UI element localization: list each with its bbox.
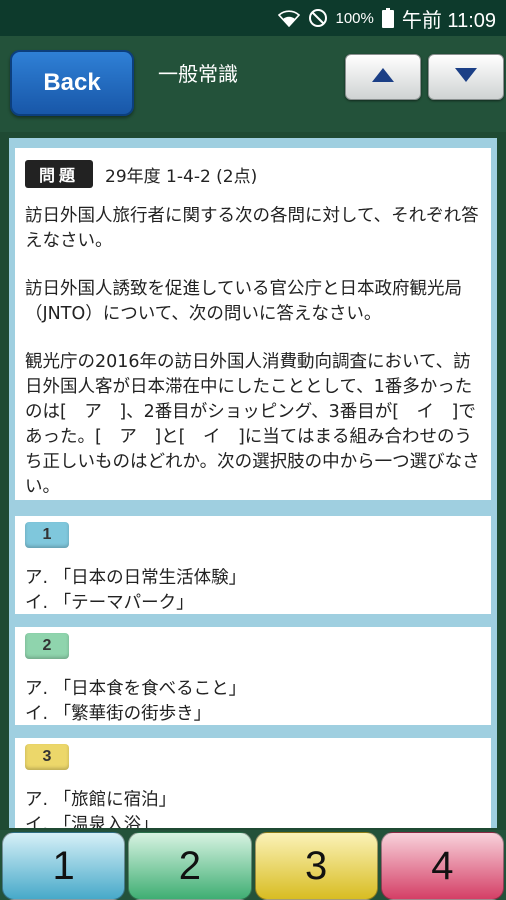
question-panel: 問題 29年度 1-4-2 (2点) 訪日外国人旅行者に関する次の各問に対して、… — [15, 148, 491, 500]
choice-line-b: イ. 「テーマパーク」 — [25, 593, 194, 613]
choice-line-a: ア. 「日本食を食べること」 — [25, 679, 247, 699]
choice-line-a: ア. 「旅館に宿泊」 — [25, 790, 177, 810]
question-info: 29年度 1-4-2 (2点) — [105, 166, 258, 187]
question-paragraph: 訪日外国人旅行者に関する次の各問に対して、それぞれ答えなさい。 — [25, 206, 479, 251]
choice-number-badge: 1 — [25, 522, 69, 548]
choice-2[interactable]: 2 ア. 「日本食を食べること」 イ. 「繁華街の街歩き」 — [15, 627, 491, 725]
choice-number-badge: 3 — [25, 744, 69, 770]
no-disturb-icon — [308, 8, 328, 28]
previous-question-button[interactable] — [345, 54, 421, 100]
question-paragraph: 訪日外国人誘致を促進している官公庁と日本政府観光局（JNTO）について、次の問い… — [25, 279, 462, 324]
answer-button-bar: 1 2 3 4 — [0, 830, 506, 900]
triangle-down-icon — [454, 67, 478, 87]
answer-button-3[interactable]: 3 — [254, 832, 378, 900]
answer-button-1[interactable]: 1 — [2, 832, 126, 900]
answer-button-4[interactable]: 4 — [380, 832, 504, 900]
header-bar: Back 一般常識 — [0, 36, 506, 132]
battery-percent: 100% — [335, 9, 374, 27]
status-bar: 100% 午前 11:09 — [0, 0, 506, 36]
question-badge: 問題 — [25, 160, 94, 188]
wifi-icon — [277, 9, 300, 27]
next-question-button[interactable] — [428, 54, 504, 100]
choice-line-b: イ. 「温泉入浴」 — [25, 815, 159, 828]
choice-line-b: イ. 「繁華街の街歩き」 — [25, 704, 212, 724]
battery-icon — [381, 8, 394, 28]
choice-3[interactable]: 3 ア. 「旅館に宿泊」 イ. 「温泉入浴」 — [15, 738, 491, 828]
back-button[interactable]: Back — [10, 50, 134, 116]
triangle-up-icon — [371, 67, 395, 87]
choice-number-badge: 2 — [25, 633, 69, 659]
choice-1[interactable]: 1 ア. 「日本の日常生活体験」 イ. 「テーマパーク」 — [15, 516, 491, 614]
question-paragraph: 観光庁の2016年の訪日外国人消費動向調査において、訪日外国人客が日本滞在中にし… — [25, 352, 480, 497]
clock: 午前 11:09 — [401, 9, 496, 32]
choice-line-a: ア. 「日本の日常生活体験」 — [25, 568, 247, 588]
answer-button-2[interactable]: 2 — [128, 832, 252, 900]
page-title: 一般常識 — [158, 62, 238, 86]
question-content[interactable]: 問題 29年度 1-4-2 (2点) 訪日外国人旅行者に関する次の各問に対して、… — [9, 138, 497, 828]
